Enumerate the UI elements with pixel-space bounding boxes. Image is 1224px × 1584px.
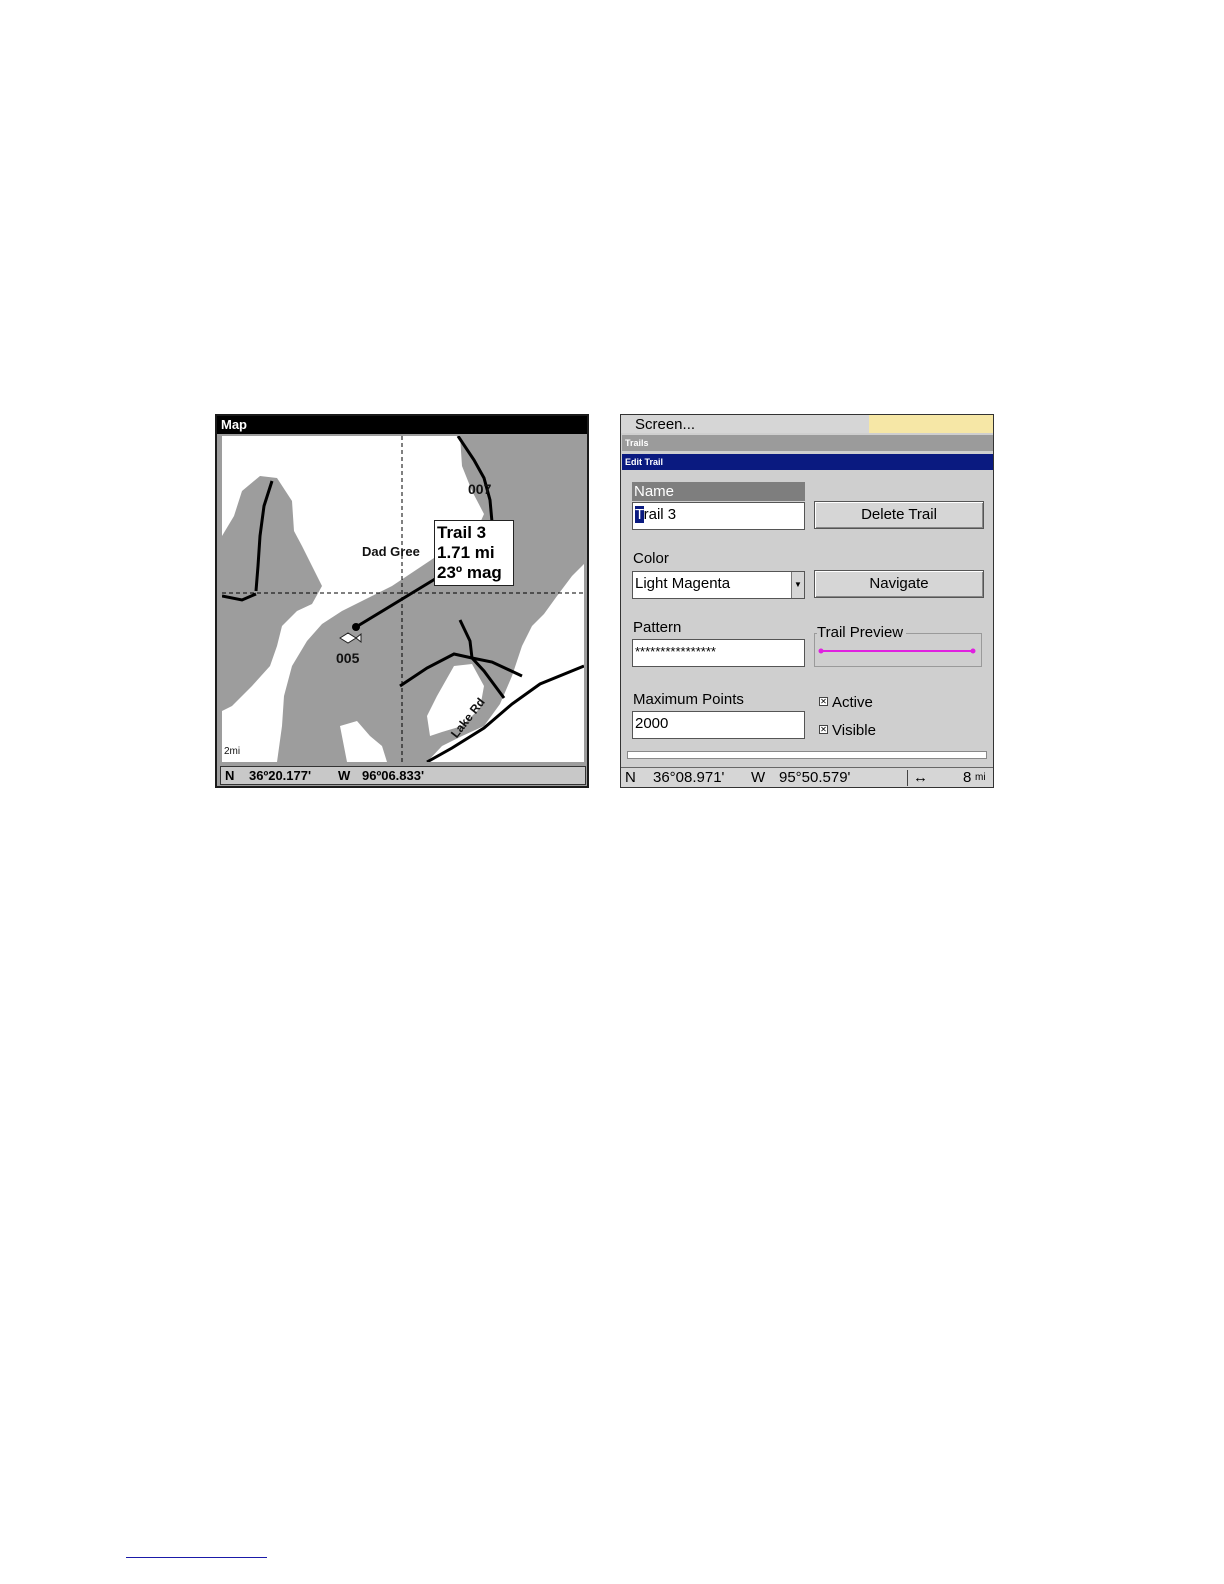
chevron-down-icon[interactable]: ▼ <box>791 572 804 598</box>
trails-dialog-title: Trails <box>622 435 993 451</box>
lat-hemisphere: N <box>625 769 636 786</box>
preview-start-dot <box>818 648 824 654</box>
map-status-bar: N 36º20.177' W 96º06.833' <box>220 766 586 785</box>
color-value: Light Magenta <box>635 575 731 592</box>
popup-trail-name: Trail 3 <box>437 523 487 542</box>
latitude: 36º20.177' <box>249 768 312 783</box>
visible-label: Visible <box>832 722 876 739</box>
scroll-strip <box>627 751 987 759</box>
pattern-label: Pattern <box>633 619 682 636</box>
popup-distance: 1.71 mi <box>437 543 495 562</box>
navigate-button[interactable]: Navigate <box>814 570 984 598</box>
waypoint-label-005[interactable]: 005 <box>336 650 359 666</box>
name-cursor-char: T <box>635 506 644 523</box>
menu-highlight-tab[interactable] <box>869 415 993 433</box>
preview-end-dot <box>970 648 976 654</box>
visible-checkbox[interactable]: ✕ <box>819 725 828 734</box>
range-unit: mi <box>975 772 986 783</box>
name-text: rail 3 <box>643 506 677 523</box>
map-canvas[interactable]: 007 006 005 Dad Gree Lake Rd Trail 3 1.7… <box>222 436 584 762</box>
max-points-label: Maximum Points <box>633 691 744 708</box>
edit-trail-screen: Screen... Trails Edit Trail Name Trail 3… <box>620 414 994 788</box>
popup-bearing: 23º mag <box>437 563 502 582</box>
name-input[interactable]: Trail 3 <box>632 502 805 530</box>
active-label: Active <box>832 694 873 711</box>
waypoint-label-007[interactable]: 007 <box>468 481 491 497</box>
pattern-input[interactable]: **************** <box>632 639 805 667</box>
trail-preview-label: Trail Preview <box>817 624 907 641</box>
active-checkbox[interactable]: ✕ <box>819 697 828 706</box>
lon-hemisphere: W <box>751 769 766 786</box>
edit-trail-dialog-title: Edit Trail <box>622 454 993 470</box>
map-graphic <box>222 436 584 762</box>
name-label: Name <box>632 482 805 501</box>
lon-hemisphere: W <box>338 768 351 783</box>
map-title: Map <box>217 416 587 434</box>
edit-status-bar: N 36°08.971' W 95°50.579' ↔ 8 mi <box>621 767 993 787</box>
color-select[interactable]: Light Magenta ▼ <box>632 571 805 599</box>
footnote-rule <box>126 1557 267 1558</box>
color-label: Color <box>633 550 669 567</box>
lat-hemisphere: N <box>225 768 235 783</box>
map-screen: Map 007 005 Dad Gree Lake Rd Trail 3 1.7… <box>215 414 589 788</box>
map-scale: 2mi <box>224 746 241 757</box>
max-points-input[interactable]: 2000 <box>632 711 805 739</box>
trail-info-popup: Trail 3 1.71 mi 23º mag <box>434 520 514 586</box>
delete-trail-button[interactable]: Delete Trail <box>814 501 984 529</box>
longitude: 95°50.579' <box>779 769 851 786</box>
longitude: 96º06.833' <box>362 768 425 783</box>
screen-menu[interactable]: Screen... <box>635 416 695 433</box>
latitude: 36°08.971' <box>653 769 725 786</box>
status-divider <box>907 770 908 786</box>
place-label: Dad Gree <box>362 544 420 559</box>
range-arrow-icon: ↔ <box>913 769 928 786</box>
top-menubar: Screen... <box>621 415 993 433</box>
trail-start-point <box>352 623 360 631</box>
range-value: 8 <box>963 769 972 786</box>
